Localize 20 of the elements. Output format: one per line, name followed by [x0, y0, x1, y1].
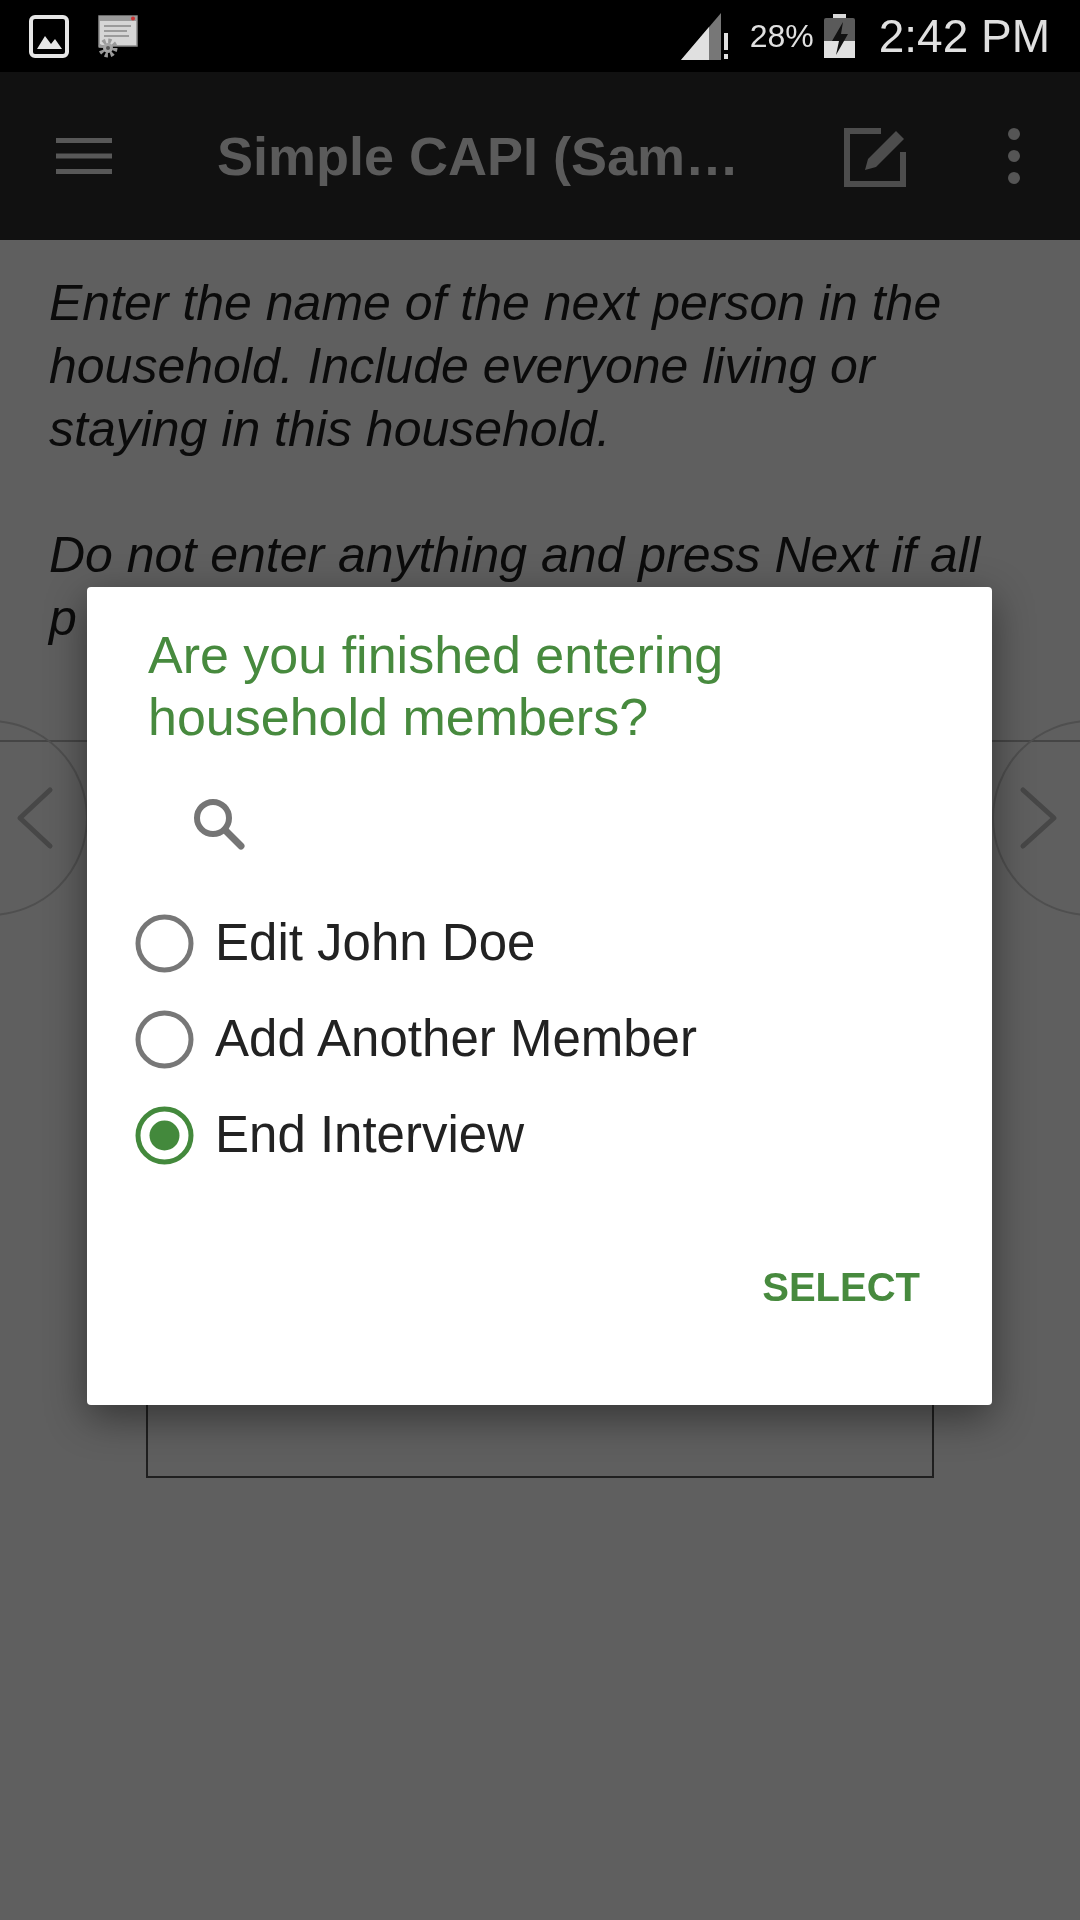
radio-button[interactable] [135, 1105, 194, 1165]
more-options-icon[interactable] [1008, 128, 1020, 184]
menu-icon[interactable] [56, 138, 112, 174]
battery-charging-icon [823, 14, 855, 58]
search-icon[interactable] [191, 796, 245, 850]
radio-option[interactable]: Add Another Member [135, 1009, 697, 1069]
question-text: Enter the name of the next person in the household. Include everyone living or staying in this household. [49, 274, 943, 459]
battery-percentage: 28% [749, 17, 814, 56]
app-title: Simple CAPI (Sam… [217, 125, 741, 188]
clock-time: 2:42 PM [878, 9, 1050, 63]
radio-button[interactable] [135, 1009, 194, 1069]
signal-icon [680, 12, 731, 60]
chevron-left-icon [17, 787, 53, 849]
image-icon [29, 14, 69, 58]
radio-button[interactable] [135, 913, 194, 973]
select-button[interactable]: SELECT [738, 1243, 944, 1331]
chevron-right-icon [1020, 787, 1057, 849]
radio-option[interactable]: End Interview [135, 1105, 524, 1165]
window-gear-icon [95, 14, 138, 58]
radio-option[interactable]: Edit John Doe [135, 913, 536, 973]
